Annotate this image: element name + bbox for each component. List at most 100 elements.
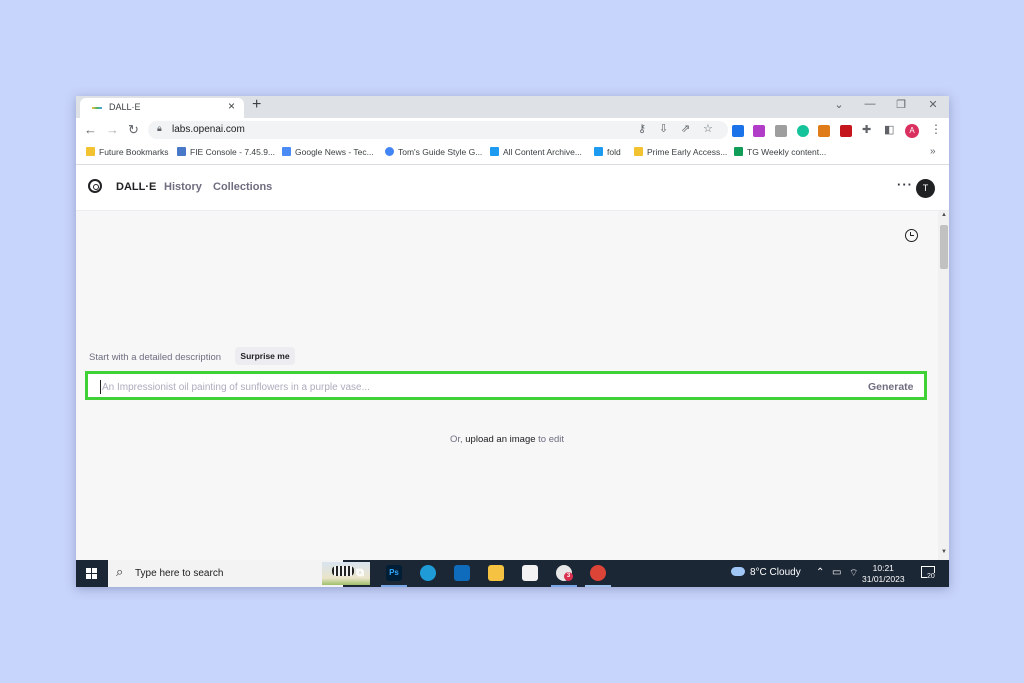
more-options-icon[interactable]: ··· xyxy=(897,177,913,192)
url-text[interactable]: labs.openai.com xyxy=(172,124,245,135)
bookmark-item[interactable]: Google News - Tec... xyxy=(282,147,374,157)
bookmark-favicon-icon xyxy=(177,147,186,156)
bookmark-label: Google News - Tec... xyxy=(295,147,374,157)
surprise-me-button[interactable]: Surprise me xyxy=(235,347,295,365)
bookmark-label: FIE Console - 7.45.9... xyxy=(190,147,276,157)
slack-icon[interactable]: 3 xyxy=(556,565,573,581)
bookmark-favicon-icon xyxy=(634,147,643,156)
share-icon[interactable]: ⇗ xyxy=(681,122,690,135)
clock-time: 10:21 xyxy=(872,563,894,573)
bookmark-label: fold xyxy=(607,147,621,157)
browser-tab[interactable]: DALL·E × xyxy=(80,98,244,118)
notification-icon[interactable]: 20 xyxy=(921,566,935,580)
browser-toolbar: ← → ↻ 🔒︎ labs.openai.com ⚷ ⇩ ⇗ ☆ ✚ ◧ A ⋮ xyxy=(76,118,949,142)
page-scrollbar[interactable]: ▲ ▼ xyxy=(938,211,949,560)
browser-titlebar: DALL·E × + ⌄ — ❐ ✕ xyxy=(76,96,949,118)
bookmark-item[interactable]: fold xyxy=(594,147,621,157)
grammarly-icon[interactable] xyxy=(797,125,809,137)
extension-icon[interactable] xyxy=(775,125,787,137)
mail-icon[interactable] xyxy=(454,565,470,581)
close-tab-icon[interactable]: × xyxy=(228,99,235,113)
forward-button[interactable]: → xyxy=(106,122,119,137)
edge-icon[interactable] xyxy=(420,565,436,581)
search-icon: ⌕ xyxy=(116,564,124,579)
upload-line: Or, upload an image to edit xyxy=(76,434,938,445)
taskbar-search-placeholder: Type here to search xyxy=(135,568,224,579)
upload-suffix: to edit xyxy=(538,434,565,445)
close-window-button[interactable]: ✕ xyxy=(923,98,943,111)
weather-widget[interactable]: 8°C Cloudy xyxy=(731,567,801,578)
profile-avatar[interactable]: A xyxy=(905,124,919,138)
tab-title: DALL·E xyxy=(109,102,141,112)
browser-menu-icon[interactable]: ⋮ xyxy=(930,122,942,136)
openai-logo-icon[interactable] xyxy=(88,179,102,193)
app-header: DALL·E History Collections ··· T xyxy=(76,165,949,211)
task-view-icon[interactable]: ⧉ xyxy=(352,565,368,581)
address-bar[interactable]: 🔒︎ labs.openai.com ⚷ ⇩ ⇗ ☆ xyxy=(148,121,728,139)
file-explorer-icon[interactable] xyxy=(488,565,504,581)
scroll-down-icon[interactable]: ▼ xyxy=(941,549,947,555)
bookmark-label: TG Weekly content... xyxy=(747,147,827,157)
prompt-bar: Generate xyxy=(85,371,927,400)
side-panel-icon[interactable]: ◧ xyxy=(884,123,894,136)
nav-history[interactable]: History xyxy=(164,181,202,193)
back-button[interactable]: ← xyxy=(84,122,97,137)
dalle-favicon-icon xyxy=(92,107,102,109)
bookmark-item[interactable]: Future Bookmarks xyxy=(86,147,168,157)
bookmark-label: Future Bookmarks xyxy=(99,147,169,157)
restore-button[interactable]: ❐ xyxy=(891,98,911,111)
scroll-up-icon[interactable]: ▲ xyxy=(941,212,947,218)
bookmark-item[interactable]: FIE Console - 7.45.9... xyxy=(177,147,275,157)
microsoft-store-icon[interactable] xyxy=(522,565,538,581)
extension-icon[interactable] xyxy=(732,125,744,137)
active-indicator xyxy=(381,585,407,587)
install-icon[interactable]: ⇩ xyxy=(659,122,668,135)
prompt-input[interactable] xyxy=(100,380,842,394)
new-tab-button[interactable]: + xyxy=(252,96,261,114)
upload-image-link[interactable]: upload an image xyxy=(465,434,535,445)
bookmarks-bar: Future Bookmarks FIE Console - 7.45.9...… xyxy=(76,142,949,165)
tumblr-icon xyxy=(490,147,499,156)
weather-text: 8°C Cloudy xyxy=(750,567,801,578)
bookmarks-overflow-button[interactable]: » xyxy=(930,146,936,157)
windows-start-icon[interactable] xyxy=(86,568,97,579)
lock-icon[interactable]: 🔒︎ xyxy=(157,123,162,134)
chrome-icon[interactable] xyxy=(590,565,606,581)
minimize-button[interactable]: — xyxy=(860,98,880,110)
taskbar-search[interactable]: ⌕ Type here to search xyxy=(108,560,370,587)
notification-count: 20 xyxy=(927,573,935,580)
key-icon[interactable]: ⚷ xyxy=(638,122,646,135)
folder-icon xyxy=(86,147,95,156)
generate-button[interactable]: Generate xyxy=(868,381,914,393)
browser-window: DALL·E × + ⌄ — ❐ ✕ ← → ↻ 🔒︎ labs.openai.… xyxy=(76,96,949,587)
extension-icon[interactable] xyxy=(818,125,830,137)
bookmark-label: Tom's Guide Style G... xyxy=(398,147,483,157)
active-indicator xyxy=(585,585,611,587)
history-icon[interactable] xyxy=(905,229,918,242)
main-content: Start with a detailed description Surpri… xyxy=(76,211,938,560)
extensions-puzzle-icon[interactable]: ✚ xyxy=(862,123,871,136)
extension-icon[interactable] xyxy=(753,125,765,137)
clock-date: 31/01/2023 xyxy=(862,574,905,584)
taskbar-clock[interactable]: 10:21 31/01/2023 xyxy=(862,563,905,585)
scrollbar-thumb[interactable] xyxy=(940,225,948,269)
extension-icon[interactable] xyxy=(840,125,852,137)
bookmark-item[interactable]: Tom's Guide Style G... xyxy=(385,147,482,157)
bookmark-favicon-icon xyxy=(734,147,743,156)
tab-search-icon[interactable]: ⌄ xyxy=(829,98,849,111)
nav-collections[interactable]: Collections xyxy=(213,181,272,193)
tray-chevron-icon[interactable]: ⌃ xyxy=(816,567,824,578)
user-avatar[interactable]: T xyxy=(916,179,935,198)
battery-icon[interactable]: ▭ xyxy=(832,567,841,578)
tumblr-icon xyxy=(594,147,603,156)
bookmark-item[interactable]: All Content Archive... xyxy=(490,147,582,157)
bookmark-item[interactable]: TG Weekly content... xyxy=(734,147,826,157)
cloud-icon xyxy=(731,567,745,576)
photoshop-icon[interactable]: Ps xyxy=(386,565,402,581)
bookmark-star-icon[interactable]: ☆ xyxy=(703,122,713,135)
reload-button[interactable]: ↻ xyxy=(128,122,139,138)
description-label: Start with a detailed description xyxy=(89,352,222,363)
wifi-icon[interactable]: ⌔ xyxy=(849,567,858,580)
bookmark-item[interactable]: Prime Early Access... xyxy=(634,147,727,157)
brand-link[interactable]: DALL·E xyxy=(116,181,156,193)
